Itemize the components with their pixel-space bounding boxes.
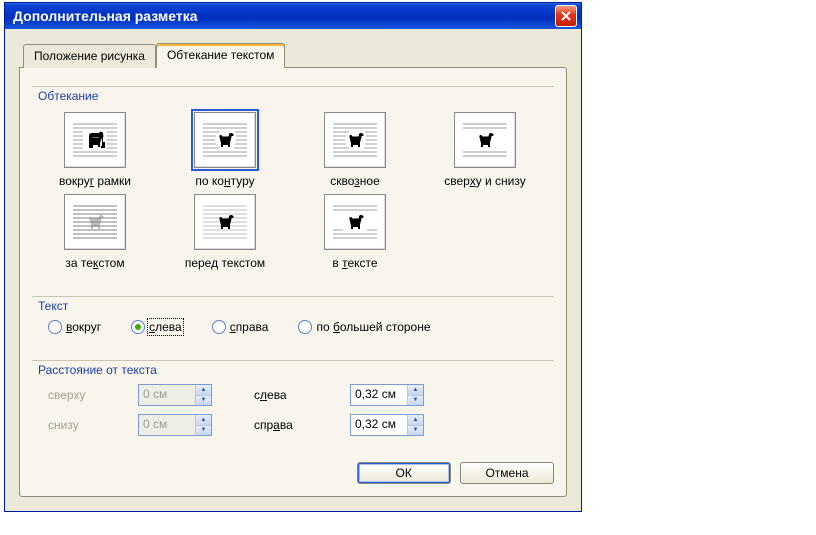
radio-text-both-sides[interactable]: вокруг bbox=[48, 320, 101, 334]
wrap-square-icon bbox=[71, 120, 119, 160]
wrap-through-icon bbox=[331, 120, 379, 160]
radio-text-right[interactable]: справа bbox=[212, 320, 269, 334]
wrap-option-tight[interactable]: по контуру bbox=[180, 112, 270, 188]
spinner-down-icon[interactable]: ▼ bbox=[408, 425, 423, 436]
spinner-up-icon: ▲ bbox=[196, 385, 211, 395]
group-distance-from-text: Расстояние от текста сверху 0 см ▲▼ слев… bbox=[32, 352, 554, 446]
distance-right-label: справа bbox=[254, 418, 314, 432]
ok-button[interactable]: ОК bbox=[357, 462, 451, 484]
distance-top-spinner: 0 см ▲▼ bbox=[138, 384, 212, 406]
wrap-inline-icon bbox=[331, 202, 379, 242]
wrap-behind-icon bbox=[71, 202, 119, 242]
wrap-option-in-front[interactable]: перед текстом bbox=[180, 194, 270, 270]
distance-left-spinner[interactable]: 0,32 см ▲▼ bbox=[350, 384, 424, 406]
wrap-label: в тексте bbox=[310, 256, 400, 270]
tab-text-wrapping[interactable]: Обтекание текстом bbox=[156, 43, 285, 68]
wrap-label: вокруг рамки bbox=[50, 174, 140, 188]
radio-label: слева bbox=[149, 320, 182, 334]
spinner-up-icon[interactable]: ▲ bbox=[408, 385, 423, 395]
distance-right-spinner[interactable]: 0,32 см ▲▼ bbox=[350, 414, 424, 436]
spinner-down-icon: ▼ bbox=[196, 395, 211, 406]
spinner-value[interactable]: 0,32 см bbox=[351, 385, 407, 405]
radio-label: вокруг bbox=[66, 320, 101, 334]
wrap-tight-icon bbox=[201, 120, 249, 160]
tab-label: Положение рисунка bbox=[34, 49, 145, 63]
wrap-option-inline[interactable]: в тексте bbox=[310, 194, 400, 270]
title-bar[interactable]: Дополнительная разметка bbox=[5, 3, 581, 29]
group-text-side: Текст вокруг слева справа bbox=[32, 288, 554, 346]
window-title: Дополнительная разметка bbox=[13, 8, 555, 24]
wrap-front-icon bbox=[201, 202, 249, 242]
tab-strip: Положение рисунка Обтекание текстом bbox=[19, 43, 567, 68]
cancel-button[interactable]: Отмена bbox=[460, 462, 554, 484]
group-legend: Расстояние от текста bbox=[38, 363, 161, 377]
dialog-advanced-layout: Дополнительная разметка Положение рисунк… bbox=[4, 2, 582, 512]
spinner-up-icon: ▲ bbox=[196, 415, 211, 425]
tab-panel-text-wrapping: Обтекание bbox=[19, 67, 567, 497]
wrap-label: перед текстом bbox=[180, 256, 270, 270]
wrap-label: сквозное bbox=[310, 174, 400, 188]
distance-left-label: слева bbox=[254, 388, 314, 402]
dialog-footer: ОК Отмена bbox=[32, 452, 554, 484]
spinner-down-icon[interactable]: ▼ bbox=[408, 395, 423, 406]
spinner-value[interactable]: 0,32 см bbox=[351, 415, 407, 435]
close-icon bbox=[561, 11, 571, 21]
wrap-label: за текстом bbox=[50, 256, 140, 270]
wrap-option-top-bottom[interactable]: сверху и снизу bbox=[440, 112, 530, 188]
radio-label: по большей стороне bbox=[316, 320, 430, 334]
wrap-label: по контуру bbox=[180, 174, 270, 188]
radio-text-largest[interactable]: по большей стороне bbox=[298, 320, 430, 334]
group-legend: Текст bbox=[38, 299, 72, 313]
close-button[interactable] bbox=[555, 5, 577, 27]
spinner-value: 0 см bbox=[139, 415, 195, 435]
distance-bottom-spinner: 0 см ▲▼ bbox=[138, 414, 212, 436]
dialog-client-area: Положение рисунка Обтекание текстом Обте… bbox=[5, 29, 581, 511]
wrap-option-through[interactable]: сквозное bbox=[310, 112, 400, 188]
group-legend: Обтекание bbox=[38, 89, 102, 103]
wrap-top-bottom-icon bbox=[461, 120, 509, 160]
tab-picture-position[interactable]: Положение рисунка bbox=[23, 44, 156, 68]
wrap-label: сверху и снизу bbox=[440, 174, 530, 188]
distance-bottom-label: снизу bbox=[48, 418, 102, 432]
tab-label: Обтекание текстом bbox=[167, 48, 274, 62]
radio-label: справа bbox=[230, 320, 269, 334]
wrap-option-behind-text[interactable]: за текстом bbox=[50, 194, 140, 270]
spinner-down-icon: ▼ bbox=[196, 425, 211, 436]
wrap-option-square[interactable]: вокруг рамки bbox=[50, 112, 140, 188]
radio-text-left[interactable]: слева bbox=[131, 320, 182, 334]
group-wrap-style: Обтекание bbox=[32, 78, 554, 282]
spinner-value: 0 см bbox=[139, 385, 195, 405]
distance-top-label: сверху bbox=[48, 388, 102, 402]
spinner-up-icon[interactable]: ▲ bbox=[408, 415, 423, 425]
